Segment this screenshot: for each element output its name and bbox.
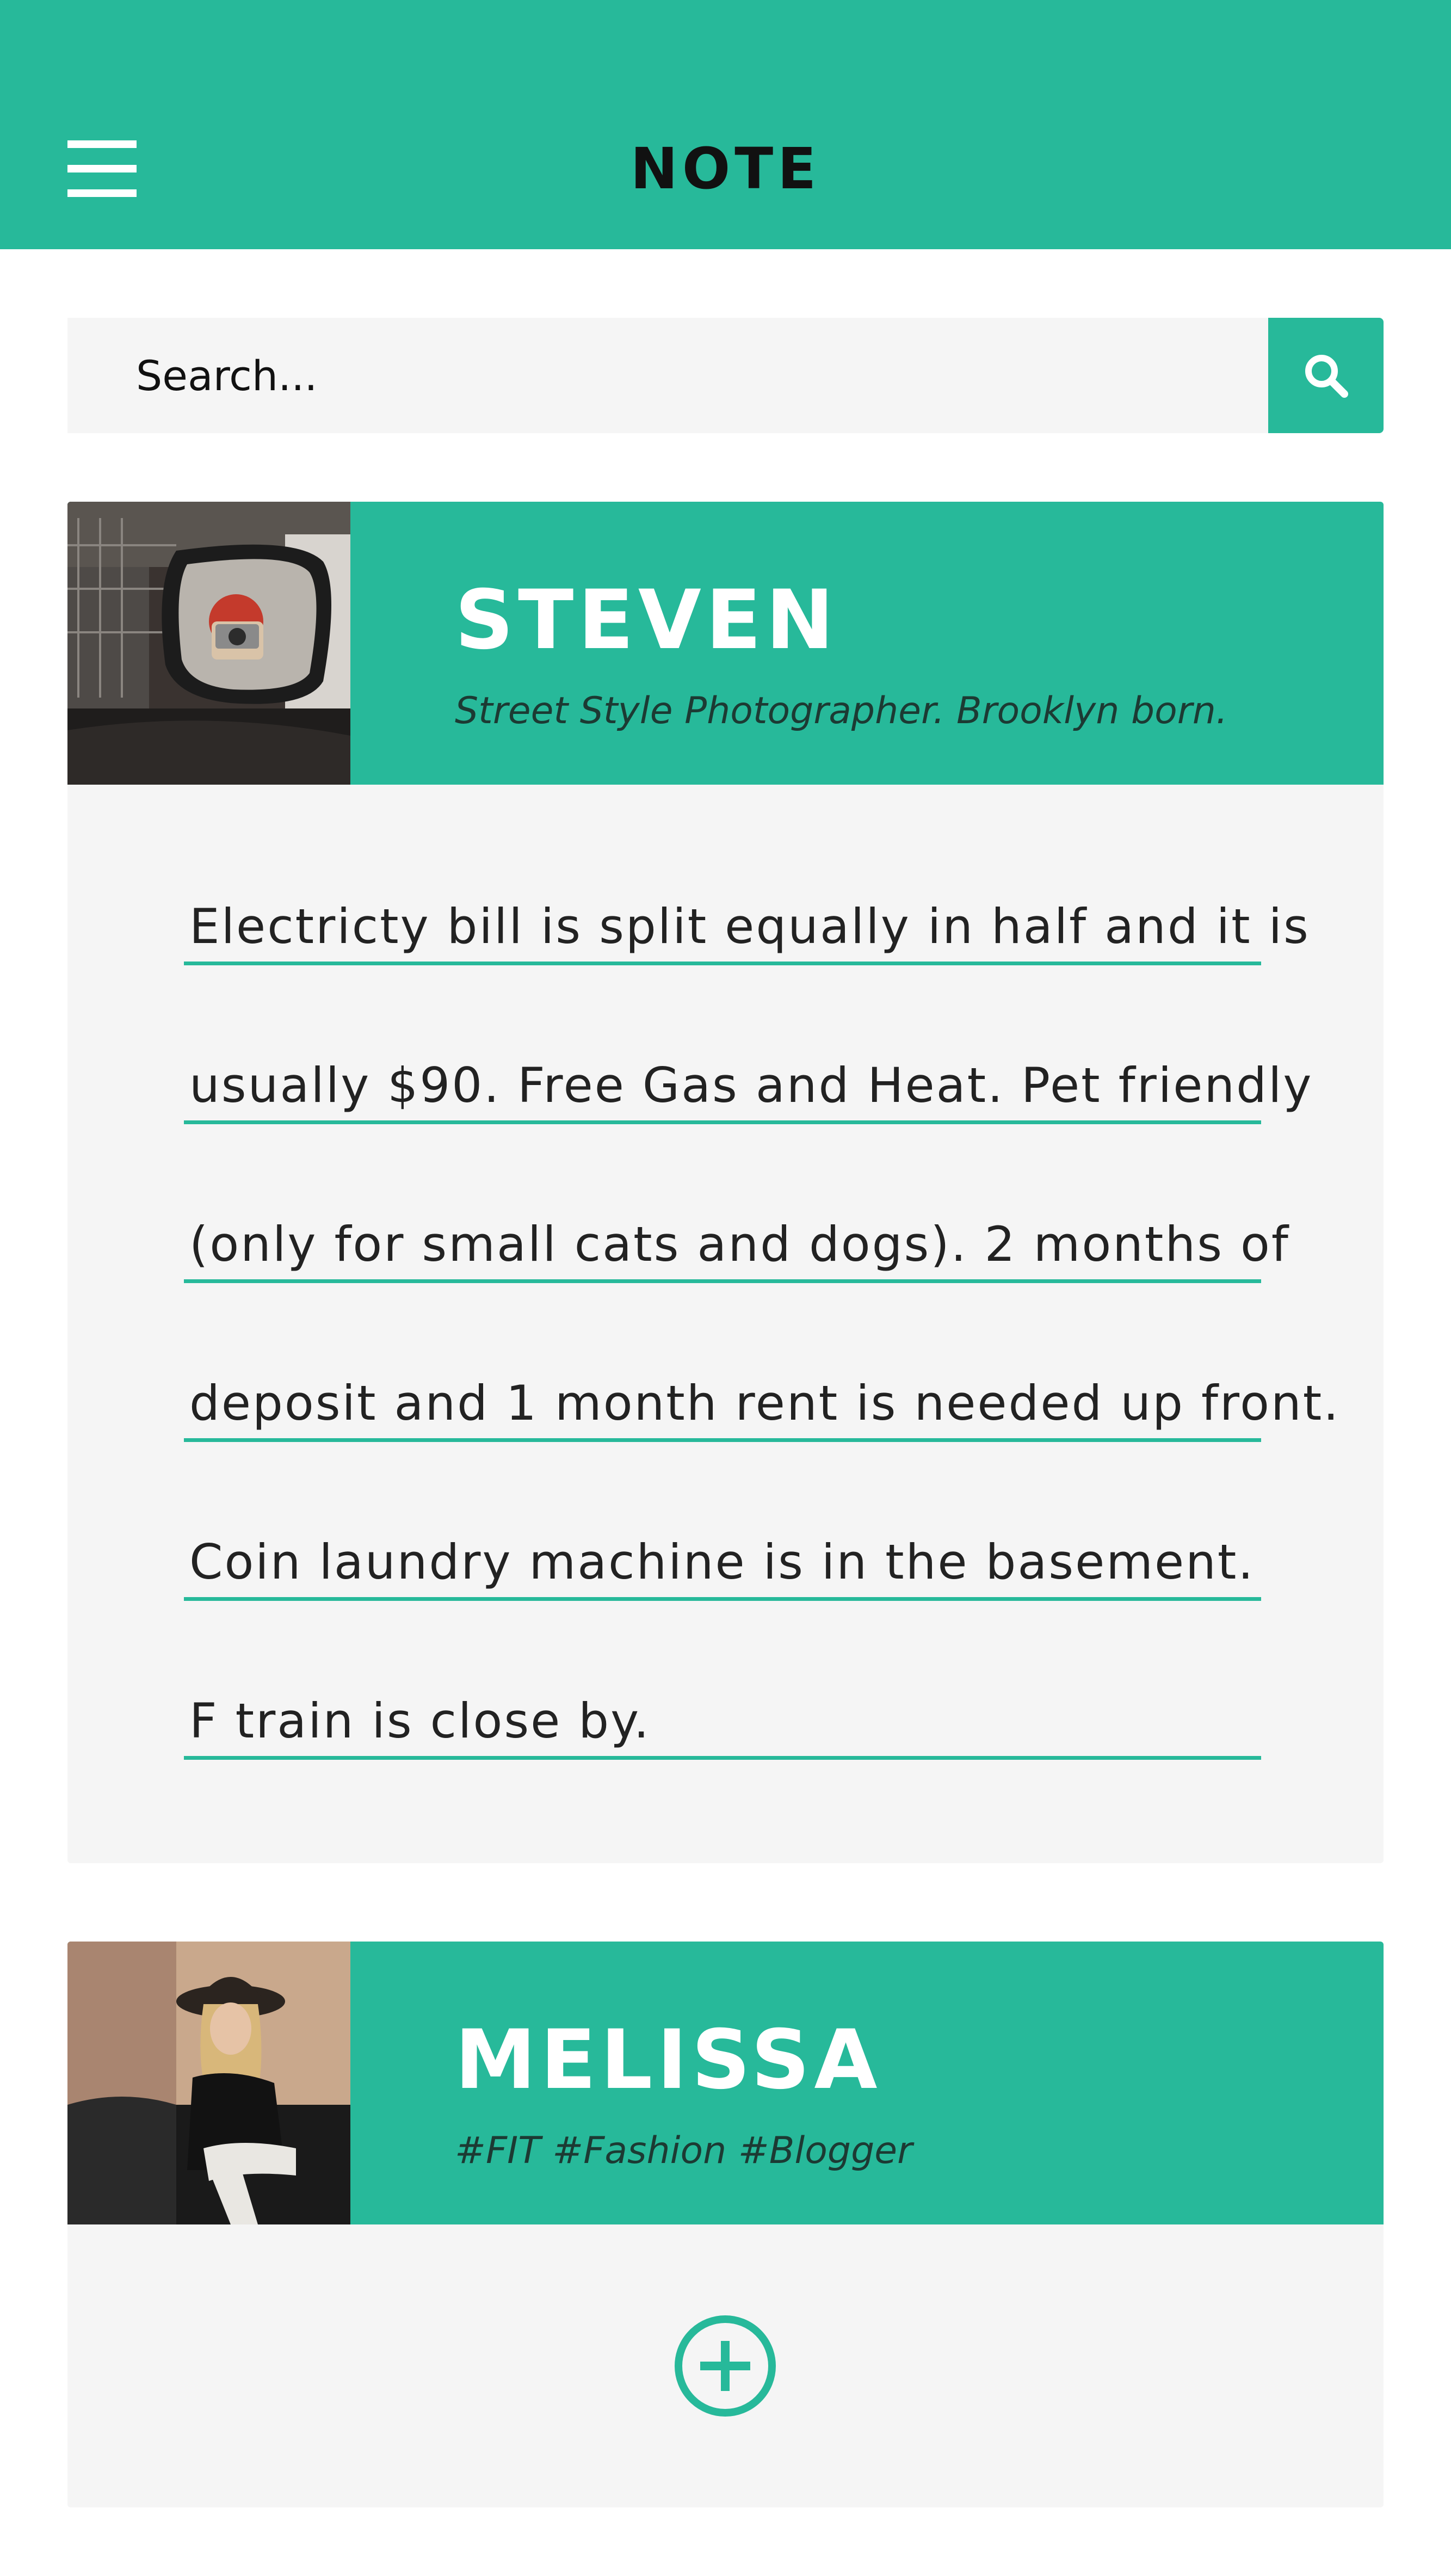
contact-card-header[interactable]: STEVEN Street Style Photographer. Brookl… xyxy=(67,502,1384,785)
note-line: deposit and 1 month rent is needed up fr… xyxy=(184,1283,1338,1442)
note-line-text: (only for small cats and dogs). 2 months… xyxy=(189,1216,1290,1272)
search-icon xyxy=(1305,355,1348,398)
contact-card-steven: STEVEN Street Style Photographer. Brookl… xyxy=(67,502,1384,1863)
note-line-rule xyxy=(184,962,1261,965)
add-note-button[interactable] xyxy=(673,2314,777,2418)
note-line-rule xyxy=(184,1438,1261,1442)
note-line-rule xyxy=(184,1279,1261,1283)
plus-circle-icon xyxy=(675,2315,776,2417)
note-text-area[interactable]: Electricty bill is split equally in half… xyxy=(184,806,1338,1760)
note-line-rule xyxy=(184,1756,1261,1760)
note-line-text: F train is close by. xyxy=(189,1693,651,1749)
note-line: usually $90. Free Gas and Heat. Pet frie… xyxy=(184,965,1312,1124)
note-line-text: Electricty bill is split equally in half… xyxy=(189,898,1310,954)
contact-name: STEVEN xyxy=(455,573,838,668)
search-input[interactable] xyxy=(67,318,1268,433)
note-line: Electricty bill is split equally in half… xyxy=(184,806,1308,965)
avatar xyxy=(67,1942,350,2224)
contact-card-header[interactable]: MELISSA #FIT #Fashion #Blogger xyxy=(67,1942,1384,2224)
contact-bio: #FIT #Fashion #Blogger xyxy=(455,2129,913,2172)
note-line-rule xyxy=(184,1597,1261,1601)
note-line-rule xyxy=(184,1120,1261,1124)
app-header: NOTE xyxy=(0,0,1451,249)
page-title: NOTE xyxy=(630,135,821,202)
contact-bio: Street Style Photographer. Brooklyn born… xyxy=(455,689,1228,732)
search-bar xyxy=(67,318,1268,433)
note-line: Coin laundry machine is in the basement. xyxy=(184,1442,1261,1601)
contact-card-melissa: MELISSA #FIT #Fashion #Blogger xyxy=(67,1942,1384,2507)
note-line-text: usually $90. Free Gas and Heat. Pet frie… xyxy=(189,1057,1313,1113)
note-line: (only for small cats and dogs). 2 months… xyxy=(184,1124,1288,1283)
note-line-text: Coin laundry machine is in the basement. xyxy=(189,1534,1255,1590)
search-button[interactable] xyxy=(1268,318,1384,433)
note-line-text: deposit and 1 month rent is needed up fr… xyxy=(189,1375,1341,1431)
note-line: F train is close by. xyxy=(184,1601,1261,1760)
avatar xyxy=(67,502,350,785)
contact-name: MELISSA xyxy=(455,2013,882,2107)
